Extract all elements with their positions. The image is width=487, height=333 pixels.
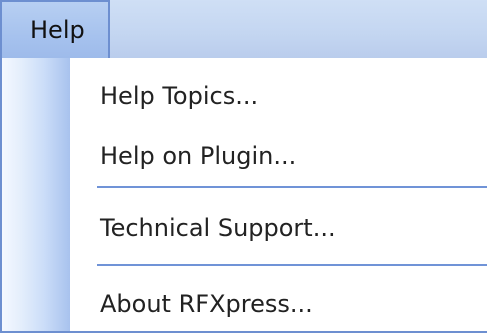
help-dropdown-menu: Help Topics... Help on Plugin... Technic… (0, 58, 487, 333)
menu-item-help-topics-label: Help Topics... (100, 82, 259, 110)
menu-icon-gutter (2, 58, 70, 331)
menu-bar: Help (0, 0, 487, 60)
help-menu-label: Help (30, 16, 85, 44)
menu-separator (97, 186, 487, 188)
menu-item-about-rfxpress-label: About RFXpress... (100, 290, 313, 318)
menu-item-technical-support-label: Technical Support... (100, 214, 336, 242)
menu-separator (97, 264, 487, 266)
menu-item-help-topics[interactable]: Help Topics... (70, 70, 487, 120)
menu-item-help-on-plugin[interactable]: Help on Plugin... (70, 130, 487, 180)
menu-item-about-rfxpress[interactable]: About RFXpress... (70, 278, 487, 328)
menu-item-technical-support[interactable]: Technical Support... (70, 202, 487, 252)
help-menu-title[interactable]: Help (0, 0, 110, 60)
menu-item-help-on-plugin-label: Help on Plugin... (100, 142, 297, 170)
